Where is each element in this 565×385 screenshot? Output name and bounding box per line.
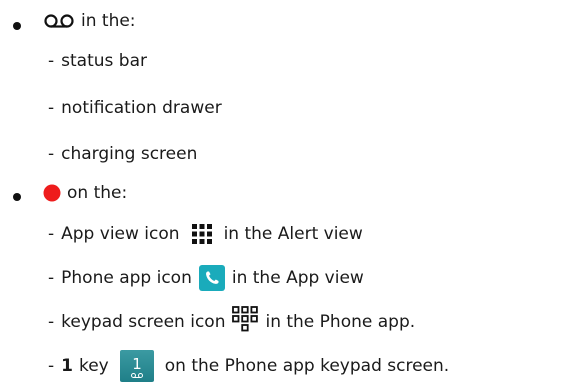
- voicemail-icon: [44, 14, 74, 28]
- red-dot-icon: [43, 184, 61, 202]
- item-label: in the:: [81, 11, 136, 31]
- one-key-icon: 1: [119, 350, 154, 382]
- sub-label: status bar: [61, 51, 147, 71]
- sub-item: - App view icon in the Alert view: [48, 224, 363, 244]
- item-label: on the:: [67, 183, 128, 203]
- sub-item: - Phone app icon in the App view: [48, 262, 364, 294]
- dialpad-icon: [232, 306, 259, 332]
- sub-item: - keypad screen icon in the Phone app.: [48, 306, 415, 338]
- sub-label: charging screen: [61, 144, 198, 164]
- sub-item: - charging screen: [48, 144, 198, 164]
- sub-label: notification drawer: [61, 98, 222, 118]
- sub-item: - 1 key 1 on the Phone app keypad screen…: [48, 350, 449, 382]
- bullet: [13, 22, 21, 30]
- list-item: in the:: [43, 5, 136, 37]
- grid-icon: [191, 224, 212, 244]
- list-item: on the:: [43, 177, 127, 209]
- sub-item: - notification drawer: [48, 98, 222, 118]
- key-number: 1: [61, 356, 73, 376]
- bullet: [13, 193, 21, 201]
- sub-item: - status bar: [48, 51, 147, 71]
- phone-app-icon: [198, 265, 225, 291]
- svg-text:1: 1: [132, 355, 142, 373]
